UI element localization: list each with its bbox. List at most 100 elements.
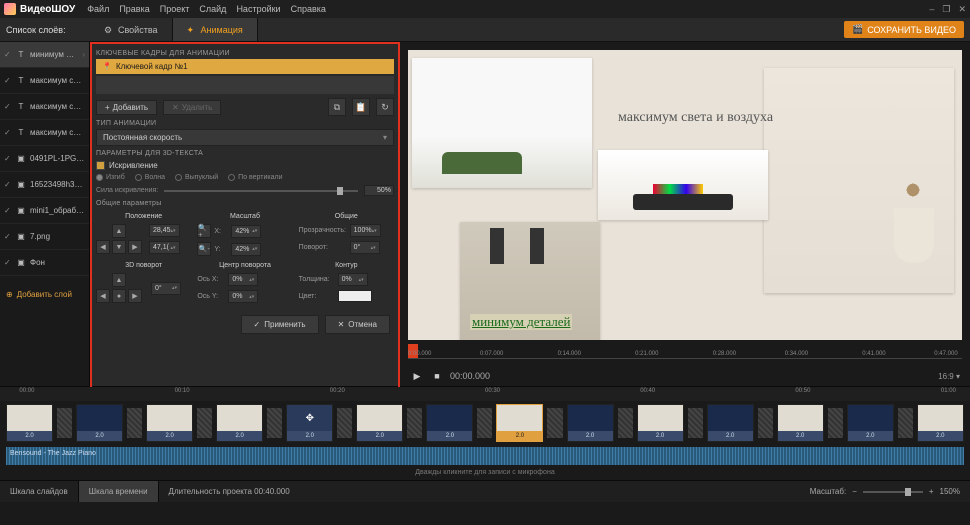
transition[interactable] [618,408,633,438]
layer-item[interactable]: ✓Tмаксимум свет… [0,94,89,120]
rot3d-reset[interactable]: ● [112,289,126,303]
zoom-out-icon[interactable]: − [852,487,857,496]
layer-item[interactable]: ✓▣16523498h3_1-е… [0,172,89,198]
timeline-clip[interactable]: 2.0 [777,404,824,442]
menu-settings[interactable]: Настройки [236,4,280,14]
close-button[interactable]: ✕ [958,4,966,15]
opacity-field[interactable]: 100%▴▾ [350,224,381,237]
timeline-clip[interactable]: 2.0 [426,404,473,442]
transition[interactable] [828,408,843,438]
layer-item[interactable]: ✓▣Фон [0,250,89,276]
save-video-button[interactable]: 🎬 СОХРАНИТЬ ВИДЕО [844,21,964,38]
rotation-field[interactable]: 0°▴▾ [350,241,380,254]
keyframe-1[interactable]: 📍Ключевой кадр №1 [96,59,394,74]
layer-item[interactable]: ✓▣mini1_обработа… [0,198,89,224]
rot3d-right[interactable]: ▶ [128,289,142,303]
rot3d-field[interactable]: 0°▴▾ [151,282,181,295]
layer-item[interactable]: ✓▣7.png [0,224,89,250]
slides-scale-tab[interactable]: Шкала слайдов [0,481,79,502]
move-right-button[interactable]: ▶ [128,240,142,254]
distortion-checkbox[interactable]: Искривление [96,161,394,170]
preview-scrubber[interactable]: 0:00.000 0:07.000 0:14.000 0:21.000 0:28… [408,348,962,366]
timeline-clip[interactable]: 2.0 [917,404,964,442]
transition[interactable] [898,408,913,438]
rot3d-left[interactable]: ◀ [96,289,110,303]
apply-button[interactable]: ✓Применить [241,315,319,334]
copy-keyframe-button[interactable]: ⧉ [328,98,346,116]
time-scale-tab[interactable]: Шкала времени [79,481,159,502]
timeline-clip[interactable]: 2.0 [637,404,684,442]
center-x-field[interactable]: 0%▴▾ [228,273,258,286]
layer-item[interactable]: ✓Tмаксимум свет… [0,120,89,146]
timeline-clip[interactable]: 2.0 [146,404,193,442]
zoom-in-icon[interactable]: + [929,487,934,496]
zoom-out-button[interactable]: 🔍- [197,242,211,256]
stop-button[interactable]: ■ [430,369,444,383]
transition[interactable] [688,408,703,438]
menu-project[interactable]: Проект [160,4,190,14]
outline-color-swatch[interactable] [338,290,372,302]
transition[interactable] [758,408,773,438]
zoom-slider[interactable] [863,491,923,493]
menu-slide[interactable]: Слайд [199,4,226,14]
timeline-clip[interactable]: 2.0 [76,404,123,442]
timeline-clip[interactable]: 2.0 [567,404,614,442]
transition[interactable] [337,408,352,438]
layer-item[interactable]: ✓Tминимум дета…› [0,42,89,68]
delete-keyframe-button[interactable]: ✕Удалить [163,100,221,115]
mode-vertical[interactable]: По вертикали [228,174,282,181]
force-value[interactable]: 50% [364,185,394,196]
mic-hint[interactable]: Дважды кликните для записи с микрофона [0,467,970,478]
transition[interactable] [127,408,142,438]
menu-edit[interactable]: Правка [119,4,149,14]
audio-track[interactable]: Bensound - The Jazz Piano [6,447,964,465]
pos-y-field[interactable]: 47,1(▴▾ [149,241,180,254]
play-button[interactable]: ▶ [410,369,424,383]
tab-properties[interactable]: ⚙ Свойства [90,18,173,41]
timeline-clip[interactable]: ✥2.0 [286,404,333,442]
timeline-clip[interactable]: 2.0 [496,404,543,442]
layer-item[interactable]: ✓Tмаксимум свет… [0,68,89,94]
scale-x-field[interactable]: 42%▴▾ [231,225,261,238]
timeline-clip[interactable]: 2.0 [847,404,894,442]
timeline-clip[interactable]: 2.0 [6,404,53,442]
transition[interactable] [267,408,282,438]
rot3d-up[interactable]: ▲ [112,273,126,287]
minimize-button[interactable]: – [929,4,934,15]
mode-wave[interactable]: Волна [135,174,165,181]
timeline-clip[interactable]: 2.0 [216,404,263,442]
aspect-ratio[interactable]: 16:9 ▾ [938,372,960,381]
center-y-field[interactable]: 0%▴▾ [228,290,258,303]
menu-help[interactable]: Справка [291,4,326,14]
cancel-button[interactable]: ✕Отмена [325,315,390,334]
scale-y-field[interactable]: 42%▴▾ [231,243,261,256]
paste-keyframe-button[interactable]: 📋 [352,98,370,116]
clip-track[interactable]: 2.0 2.0 2.0 2.0 ✥2.0 2.0 2.0 2.0 2.0 2.0… [0,401,970,445]
pos-x-field[interactable]: 28,45▴▾ [149,224,180,237]
timeline-ruler[interactable]: 00:00 00:10 00:20 00:30 00:40 00:50 01:0… [0,387,970,401]
anim-type-select[interactable]: Постоянная скорость▾ [96,129,394,146]
menu-file[interactable]: Файл [87,4,109,14]
transition[interactable] [197,408,212,438]
tab-animation[interactable]: ✦ Анимация [173,18,258,41]
zoom-in-button[interactable]: 🔍+ [197,224,211,238]
move-up-button[interactable]: ▲ [112,224,126,238]
transition[interactable] [407,408,422,438]
mode-bulge[interactable]: Выпуклый [175,174,218,181]
transition[interactable] [57,408,72,438]
move-left-button[interactable]: ◀ [96,240,110,254]
transition[interactable] [477,408,492,438]
outline-thickness-field[interactable]: 0%▴▾ [338,273,368,286]
preview-canvas[interactable]: максимум света и воздуха минимум деталей [408,50,962,340]
add-keyframe-button[interactable]: +Добавить [96,100,157,115]
transition[interactable] [547,408,562,438]
timeline-clip[interactable]: 2.0 [356,404,403,442]
layer-item[interactable]: ✓▣0491PL-1PG_ин… [0,146,89,172]
reset-keyframe-button[interactable]: ↻ [376,98,394,116]
maximize-button[interactable]: ❐ [942,4,950,15]
mode-bend[interactable]: Изгиб [96,174,125,181]
force-slider[interactable] [164,190,358,192]
move-down-button[interactable]: ▼ [112,240,126,254]
timeline-clip[interactable]: 2.0 [707,404,754,442]
add-layer-button[interactable]: ⊕Добавить слой [0,282,89,306]
